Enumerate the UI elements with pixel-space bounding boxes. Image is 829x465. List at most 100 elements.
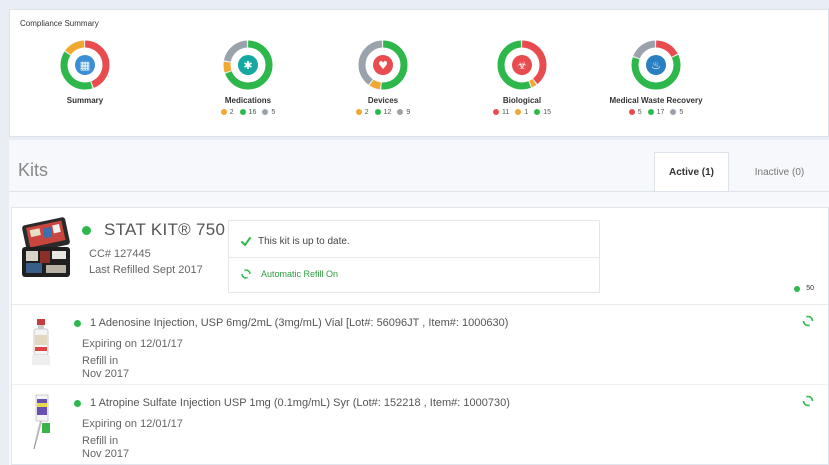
tab-active[interactable]: Active (1) [654,152,729,192]
ring-stat: 2 [220,109,234,116]
stat-dot [628,109,635,115]
ring-summary[interactable]: ▦ Summary [15,40,155,105]
item-refill: Refill in Nov 2017 [82,435,130,460]
heart-shield-icon-glyph: ♥ [378,59,388,72]
kit-status-message: This kit is up to date. [258,236,350,247]
item-expiring: Expiring on 12/01/17 [82,418,183,430]
ring-label: Biological [502,96,542,105]
stat-value: 1 [524,109,529,116]
refresh-icon[interactable] [802,315,814,327]
item-status-dot [74,399,81,407]
stat-value: 17 [656,109,665,116]
ring-stat: 5 [628,109,642,116]
stat-value: 2 [364,109,369,116]
item-name: 1 Atropine Sulfate Injection USP 1mg (0.… [90,397,510,409]
stat-dot [262,109,269,115]
ring-label: Medications [224,96,272,105]
kit-case-image [22,217,70,277]
ring-biological[interactable]: ☣ Biological 11 1 15 [452,40,592,116]
summary-ring-chart: ▦ [60,40,110,90]
stat-dot [670,109,677,115]
stat-value: 16 [248,109,257,116]
ring-stats: 2 12 9 [313,109,453,116]
kit-name[interactable]: STAT KIT® 750 [104,220,225,240]
stat-value: 5 [271,109,276,116]
tabs-divider [9,191,829,192]
item-name: 1 Adenosine Injection, USP 6mg/2mL (3mg/… [90,317,509,329]
ring-stat: 16 [239,109,257,116]
kit-item[interactable]: 1 Atropine Sulfate Injection USP 1mg (0.… [12,385,828,465]
refresh-icon[interactable] [802,395,814,407]
ring-stat: 5 [670,109,683,116]
ring-stat: 15 [534,109,551,116]
check-icon [241,237,251,246]
stat-dot [515,109,522,115]
item-expiring: Expiring on 12/01/17 [82,338,183,350]
ring-stat: 17 [647,109,665,116]
ring-devices[interactable]: ♥ Devices 2 12 9 [313,40,453,116]
compliance-title: Compliance Summary [20,19,99,28]
kit-last-refilled: Last Refilled Sept 2017 [89,264,203,276]
kit-item[interactable]: 1 Adenosine Injection, USP 6mg/2mL (3mg/… [12,305,828,385]
ring-label: Summary [66,96,104,105]
stat-value: 12 [383,109,392,116]
refresh-icon [241,269,251,279]
stat-value: 5 [637,109,642,116]
ring-stats: 11 1 15 [452,109,592,116]
stat-value: 15 [543,109,551,116]
kits-panel: Kits Active (1) Inactive (0) STAT KIT® 7… [9,140,829,465]
kits-title: Kits [18,160,49,180]
stat-dot [493,109,499,115]
star-of-life-icon-glyph: ✱ [243,59,252,72]
auto-refill-status: Automatic Refill On [261,269,339,279]
kit-card[interactable]: STAT KIT® 750 CC# 127445 Last Refilled S… [11,207,829,465]
stat-value: 9 [406,109,411,116]
kit-status-dot [82,225,91,235]
ring-stat: 5 [262,109,275,116]
tab-inactive[interactable]: Inactive (0) [732,152,827,192]
ring-stat: 2 [355,109,369,116]
item-name-row: 1 Adenosine Injection, USP 6mg/2mL (3mg/… [74,317,508,329]
kit-up-to-date-row: This kit is up to date. [241,236,350,247]
count-value: 50 [806,285,814,292]
syringe-image [33,394,50,450]
medical-waste-ring-chart: ♨ [631,40,681,90]
devices-ring-chart: ♥ [358,40,408,90]
stat-dot [374,109,381,115]
kit-item-count: 50 [794,285,814,292]
ring-medical-waste-recovery[interactable]: ♨ Medical Waste Recovery 5 17 5 [586,40,726,116]
ring-label: Medical Waste Recovery [609,96,703,105]
ring-stat: 1 [515,109,528,116]
ring-medications[interactable]: ✱ Medications 2 16 5 [178,40,318,116]
item-name-row: 1 Atropine Sulfate Injection USP 1mg (0.… [74,397,510,409]
stat-dot [220,109,227,115]
ring-stats: 2 16 5 [178,109,318,116]
kit-header: STAT KIT® 750 CC# 127445 Last Refilled S… [12,208,828,305]
medications-ring-chart: ✱ [223,40,273,90]
biological-ring-chart: ☣ [497,40,547,90]
ring-stats: 5 17 5 [586,109,726,116]
kit-name-row: STAT KIT® 750 [82,220,225,240]
kit-status-box: This kit is up to date. Automatic Refill… [228,220,600,293]
biohazard-icon-glyph: ☣ [517,59,527,72]
stat-dot [239,109,246,115]
building-icon-glyph: ▦ [80,59,90,72]
kit-cc-number: CC# 127445 [89,248,151,260]
auto-refill-row[interactable]: Automatic Refill On [241,269,338,279]
count-dot [794,285,801,292]
stat-value: 2 [229,109,234,116]
compliance-summary-panel: Compliance Summary ▦ Summary ✱ Medicatio… [9,9,829,137]
stat-value: 5 [679,109,684,116]
stat-dot [397,109,404,115]
ring-label: Devices [367,96,399,105]
stat-dot [534,109,541,115]
stat-dot [647,109,654,115]
vial-image [32,319,50,365]
ring-stat: 12 [374,109,392,116]
recovery-icon-glyph: ♨ [651,59,661,72]
ring-stat: 11 [493,109,509,116]
ring-stat: 9 [397,109,410,116]
status-divider [229,257,599,258]
item-refill: Refill in Nov 2017 [82,355,130,380]
stat-value: 11 [502,109,510,116]
